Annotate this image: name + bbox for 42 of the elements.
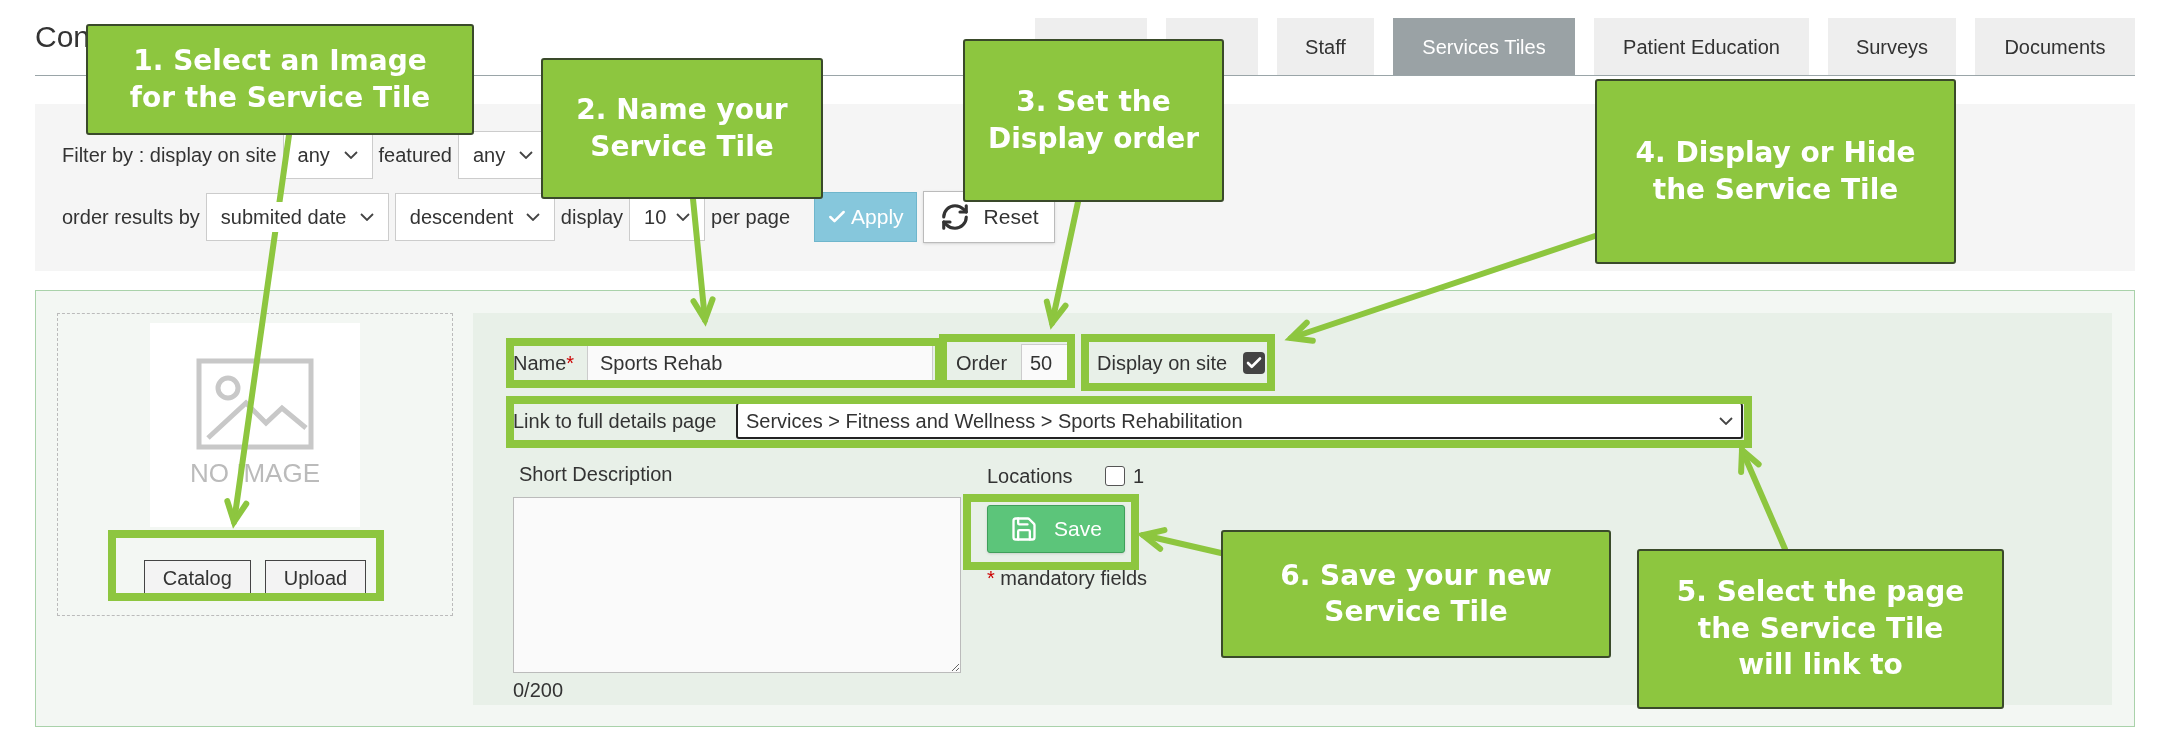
field-label: Order <box>956 351 1009 376</box>
image-source-button[interactable]: Catalog <box>143 560 251 596</box>
caret-icon <box>1719 416 1733 425</box>
filter-label: Filter by : display on site <box>62 143 277 168</box>
field-label: Display on site <box>1097 351 1228 376</box>
caret-icon <box>525 213 540 221</box>
checkbox[interactable] <box>1105 466 1125 486</box>
filter-label: per page <box>711 205 791 230</box>
caret-icon <box>343 151 358 159</box>
image-source-button[interactable]: Upload <box>264 560 367 596</box>
image-icon <box>196 357 314 450</box>
field-label: Name* <box>513 351 576 376</box>
callout-tooltip: 2. Name your Service Tile <box>541 58 823 199</box>
caret-icon <box>676 213 691 221</box>
field-label: Locations <box>987 464 1074 489</box>
callout-tooltip: 6. Save your new Service Tile <box>1221 530 1611 658</box>
dropdown[interactable]: submited date <box>205 193 389 241</box>
name-field[interactable]: Sports Rehab <box>587 345 933 381</box>
character-count: 0/200 <box>513 678 565 703</box>
callout-tooltip: 5. Select the page the Service Tile will link to <box>1637 549 2004 709</box>
mandatory-note: * mandatory fields <box>987 566 1148 591</box>
caret-icon <box>359 213 374 221</box>
tab[interactable]: Patient Education <box>1594 18 1809 75</box>
tab[interactable]: Staff <box>1277 18 1374 75</box>
callout-tooltip: 1. Select an Image for the Service Tile <box>86 24 474 135</box>
tab[interactable]: Documents <box>1975 18 2135 75</box>
filter-label: display <box>560 205 624 230</box>
filter-label: featured <box>378 143 452 168</box>
field-label: Link to full details page <box>513 409 718 434</box>
tab[interactable]: Surveys <box>1828 18 1956 75</box>
caret-icon <box>518 151 533 159</box>
description-field[interactable] <box>513 497 961 673</box>
refresh-icon <box>939 202 970 232</box>
callout-tooltip: 4. Display or Hide the Service Tile <box>1595 79 1956 264</box>
page-dropdown[interactable]: Services > Fitness and Wellness > Sports Rehabilitation <box>736 403 1743 439</box>
checkbox[interactable] <box>1243 352 1266 374</box>
filter-label: order results by <box>62 205 200 230</box>
dropdown[interactable]: descendent <box>394 193 555 241</box>
checkbox-label: 1 <box>1133 464 1145 489</box>
callout-tooltip: 3. Set the Display order <box>963 39 1224 202</box>
order-field[interactable]: 50 <box>1021 344 1069 382</box>
field-label: Short Description <box>519 462 674 487</box>
